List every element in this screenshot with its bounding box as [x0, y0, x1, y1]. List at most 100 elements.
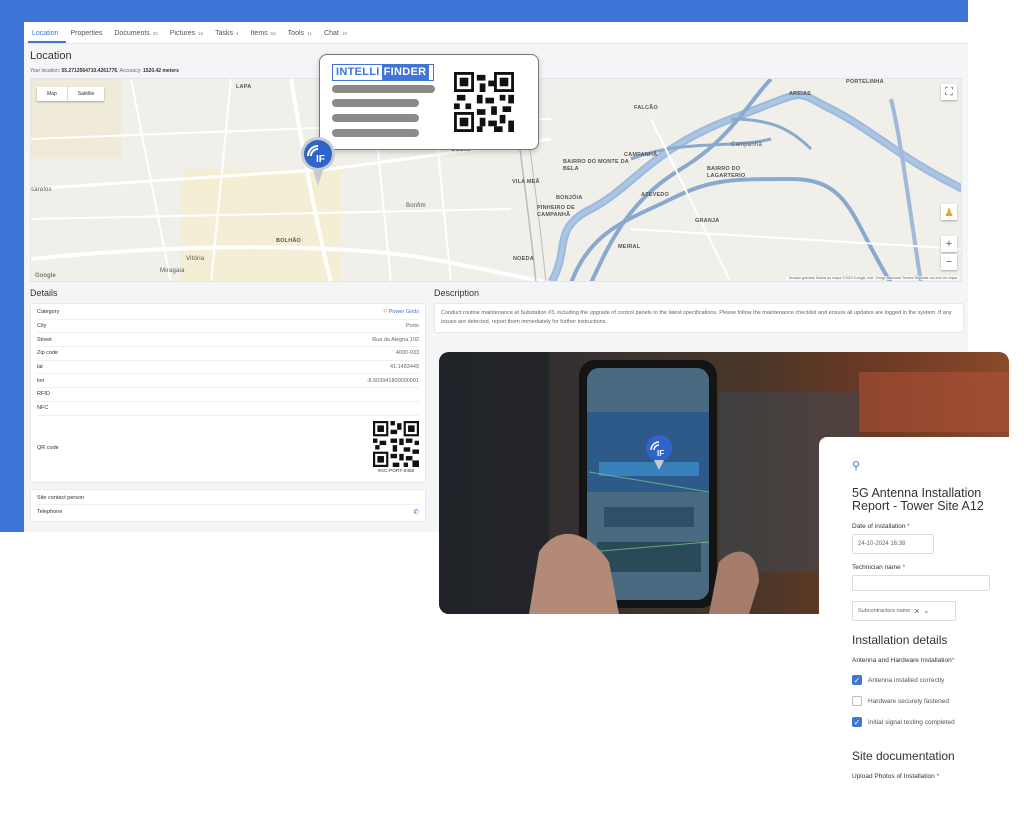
- check-signal-testing[interactable]: ✓ Initial signal testing completed: [852, 717, 1024, 728]
- tab-bar: Location Properties Documents 33 Pictures…: [24, 22, 968, 44]
- technician-input[interactable]: [852, 575, 990, 592]
- detail-row-nfc: NFC: [37, 402, 419, 416]
- zoom-out-button[interactable]: −: [941, 254, 957, 270]
- tab-count: 41: [307, 31, 313, 36]
- map-place: CAMPANHÃ: [624, 152, 658, 158]
- tab-items[interactable]: Items 53: [247, 30, 284, 43]
- detail-row-street: Street Rua da Alegria 102: [37, 333, 419, 348]
- intellifinder-card: INTELLI FINDER: [319, 54, 539, 150]
- map-place: BONJÓIA: [556, 195, 583, 201]
- detail-value: Power Grids: [388, 309, 419, 316]
- placeholder-bar: [332, 99, 419, 107]
- location-marker-icon: ⚲: [852, 460, 861, 472]
- map-place: VILA MEÃ: [512, 179, 540, 185]
- fullscreen-icon[interactable]: ⛶: [941, 84, 957, 100]
- details-panel: Details Category ⚲ Power Grids City Port…: [30, 288, 426, 522]
- checkbox-checked-icon[interactable]: ✓: [852, 717, 862, 728]
- tab-chat[interactable]: Chat 19: [320, 30, 355, 43]
- checkbox-label: Hardware securely fastened: [868, 697, 949, 705]
- logo-text-a: INTELLI: [333, 65, 382, 80]
- qr-code-icon: [373, 421, 419, 467]
- tab-label: Documents: [114, 30, 150, 37]
- map-marker-icon: ⚲: [383, 309, 388, 316]
- map-place: PINHEIRO DE CAMPANHÃ: [537, 205, 575, 218]
- category-link[interactable]: ⚲ Power Grids: [383, 309, 419, 315]
- svg-text:IF: IF: [657, 449, 664, 458]
- detail-value: 41.1483449: [389, 364, 419, 371]
- installation-details-heading: Installation details: [852, 633, 948, 648]
- map-place: sarelos: [31, 187, 52, 193]
- qr-code-box: #GC-PORT-0456: [373, 421, 419, 474]
- contact-row: Site contact person: [37, 492, 419, 506]
- detail-value: -8.603941800000001: [366, 377, 419, 384]
- map-place: BAIRRO DO MONTE DA BELA: [563, 159, 629, 172]
- contact-label: Site contact person: [37, 494, 85, 501]
- check-antenna-installed[interactable]: ✓ Antenna installed correctly: [852, 675, 1024, 686]
- street-view-icon[interactable]: ♟: [941, 204, 957, 220]
- google-logo: Google: [35, 273, 56, 279]
- map-attribution[interactable]: Teclado gravado Dados do mapa ©2024 Goog…: [786, 276, 959, 280]
- svg-text:IF: IF: [316, 154, 325, 165]
- check-hardware-fastened[interactable]: Hardware securely fastened: [852, 696, 1024, 707]
- detail-row-rfid: RFID: [37, 388, 419, 402]
- placeholder-bar: [332, 85, 435, 93]
- detail-row-city: City Porto: [37, 320, 419, 334]
- checkbox-label: Initial signal testing completed: [868, 718, 955, 726]
- chevron-down-icon[interactable]: ⌄: [924, 607, 930, 615]
- accuracy-value: 1520.42 meters: [142, 68, 179, 74]
- clear-icon[interactable]: ×: [914, 606, 919, 616]
- tab-tools[interactable]: Tools 41: [284, 30, 320, 43]
- detail-key: lon: [37, 377, 45, 384]
- map-place: Campanhã: [731, 142, 762, 148]
- tab-pictures[interactable]: Pictures 15: [166, 30, 211, 43]
- form-title: 5G Antenna Installation Report - Tower S…: [852, 486, 984, 514]
- antenna-label: Antenna and Hardware Installation*: [852, 657, 1024, 664]
- detail-key: Category: [37, 309, 60, 316]
- zoom-in-button[interactable]: +: [941, 236, 957, 252]
- tab-properties[interactable]: Properties: [66, 30, 110, 43]
- map-place: MEIRAL: [618, 244, 641, 250]
- tab-documents[interactable]: Documents 33: [110, 30, 165, 43]
- description-text: Conduct routine maintenance at Substatio…: [434, 303, 964, 333]
- date-input[interactable]: 24-10-2024 16:38: [852, 534, 934, 555]
- details-title: Details: [30, 288, 58, 298]
- subcontractor-select[interactable]: Subcontractors name × ⌄: [852, 601, 956, 622]
- required-mark: *: [902, 564, 906, 572]
- phone-icon[interactable]: ✆: [413, 508, 419, 516]
- checkbox-checked-icon[interactable]: ✓: [852, 675, 862, 686]
- tab-label: Pictures: [169, 30, 196, 37]
- telephone-row: Telephone ✆: [37, 505, 419, 519]
- contact-card: Site contact person Telephone ✆: [30, 488, 426, 522]
- location-label: Your location:: [30, 68, 61, 74]
- map-place: NOEDA: [513, 256, 534, 262]
- tab-location[interactable]: Location: [28, 30, 67, 43]
- location-pin-icon[interactable]: IF: [300, 137, 336, 187]
- date-label: Date of installation *: [852, 523, 1024, 530]
- qr-id: #GC-PORT-0456: [377, 469, 415, 474]
- placeholder-bar: [332, 129, 419, 137]
- details-card: Category ⚲ Power Grids City Porto Street…: [30, 303, 426, 483]
- accuracy-label: , Accuracy:: [117, 68, 142, 74]
- map-place: GRANJA: [695, 218, 720, 224]
- upload-label: Upload Photos of Installation *: [852, 773, 1024, 780]
- map-type-map-button[interactable]: Map: [37, 87, 68, 101]
- logo-text-b: FINDER: [381, 65, 430, 80]
- map-place: BOLHÃO: [276, 238, 302, 244]
- tab-label: Items: [250, 30, 268, 37]
- detail-key: Street: [37, 336, 52, 343]
- subcontractor-placeholder: Subcontractors name: [858, 608, 911, 615]
- map-type-satellite-button[interactable]: Satélite: [68, 87, 105, 101]
- upload-label-text: Upload Photos of Installation: [852, 773, 935, 781]
- map-place: PORTELINHA: [846, 79, 884, 85]
- qr-code-icon: [454, 72, 514, 132]
- map-place: AZEVEDO: [641, 192, 669, 198]
- technician-label-text: Technician name: [852, 564, 901, 572]
- detail-row-category: Category ⚲ Power Grids: [37, 306, 419, 320]
- tab-tasks[interactable]: Tasks 4: [211, 30, 246, 43]
- detail-row-lat: lat 41.1483449: [37, 361, 419, 375]
- date-label-text: Date of installation: [852, 523, 906, 531]
- checkbox-unchecked-icon[interactable]: [852, 696, 862, 707]
- description-title: Description: [434, 288, 480, 298]
- map-place: Miragaia: [160, 268, 185, 274]
- detail-key: RFID: [37, 391, 50, 398]
